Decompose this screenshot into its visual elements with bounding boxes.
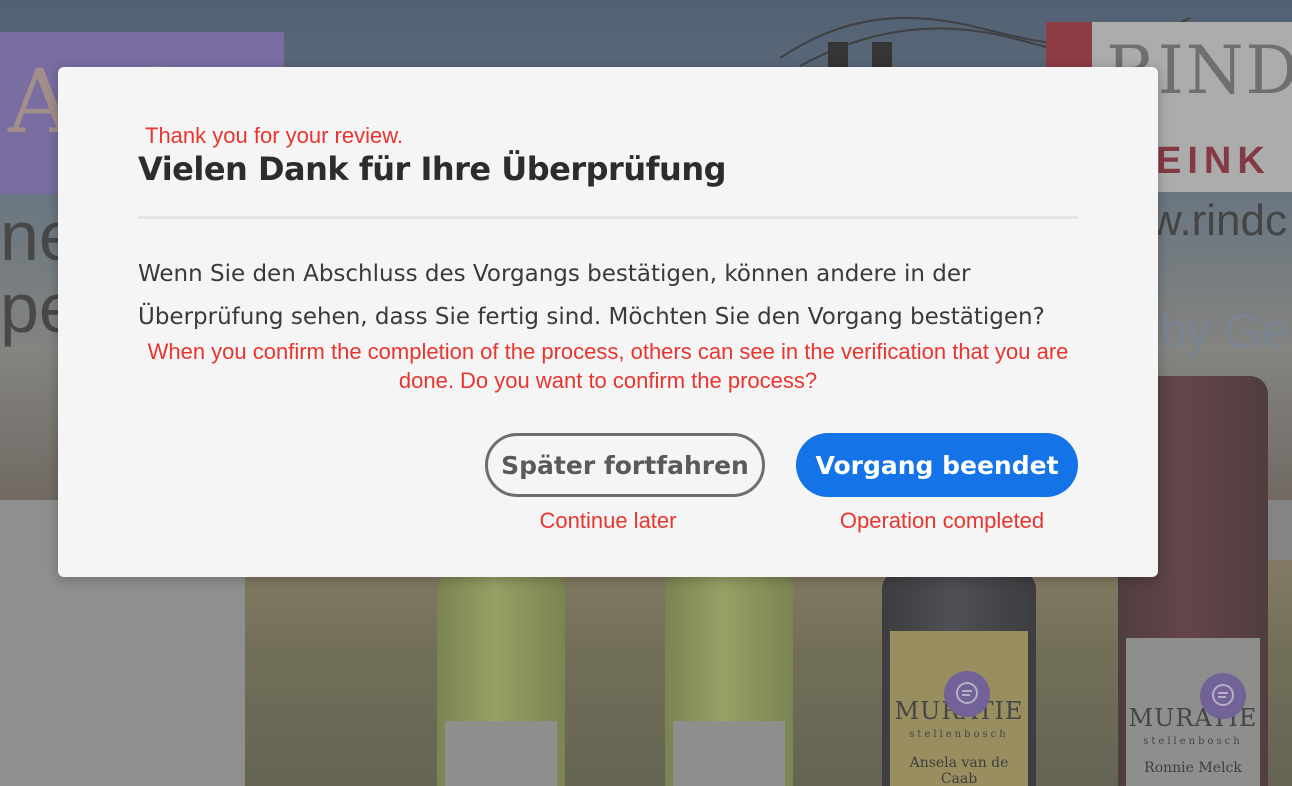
- review-complete-dialog: Thank you for your review. Vielen Dank f…: [58, 67, 1158, 577]
- annotation-continue-later: Continue later: [539, 508, 677, 533]
- annotation-title-translation: Thank you for your review.: [145, 123, 404, 148]
- continue-later-button[interactable]: Später fortfahren: [485, 433, 765, 497]
- operation-completed-button[interactable]: Vorgang beendet: [796, 433, 1078, 497]
- dialog-title: Vielen Dank für Ihre Überprüfung: [138, 150, 727, 188]
- annotation-body-translation: When you confirm the completion of the p…: [147, 339, 1069, 393]
- dialog-body-text: Wenn Sie den Abschluss des Vorgangs best…: [138, 261, 1045, 330]
- annotation-operation-completed: Operation completed: [839, 508, 1045, 533]
- dialog-divider: [138, 216, 1078, 219]
